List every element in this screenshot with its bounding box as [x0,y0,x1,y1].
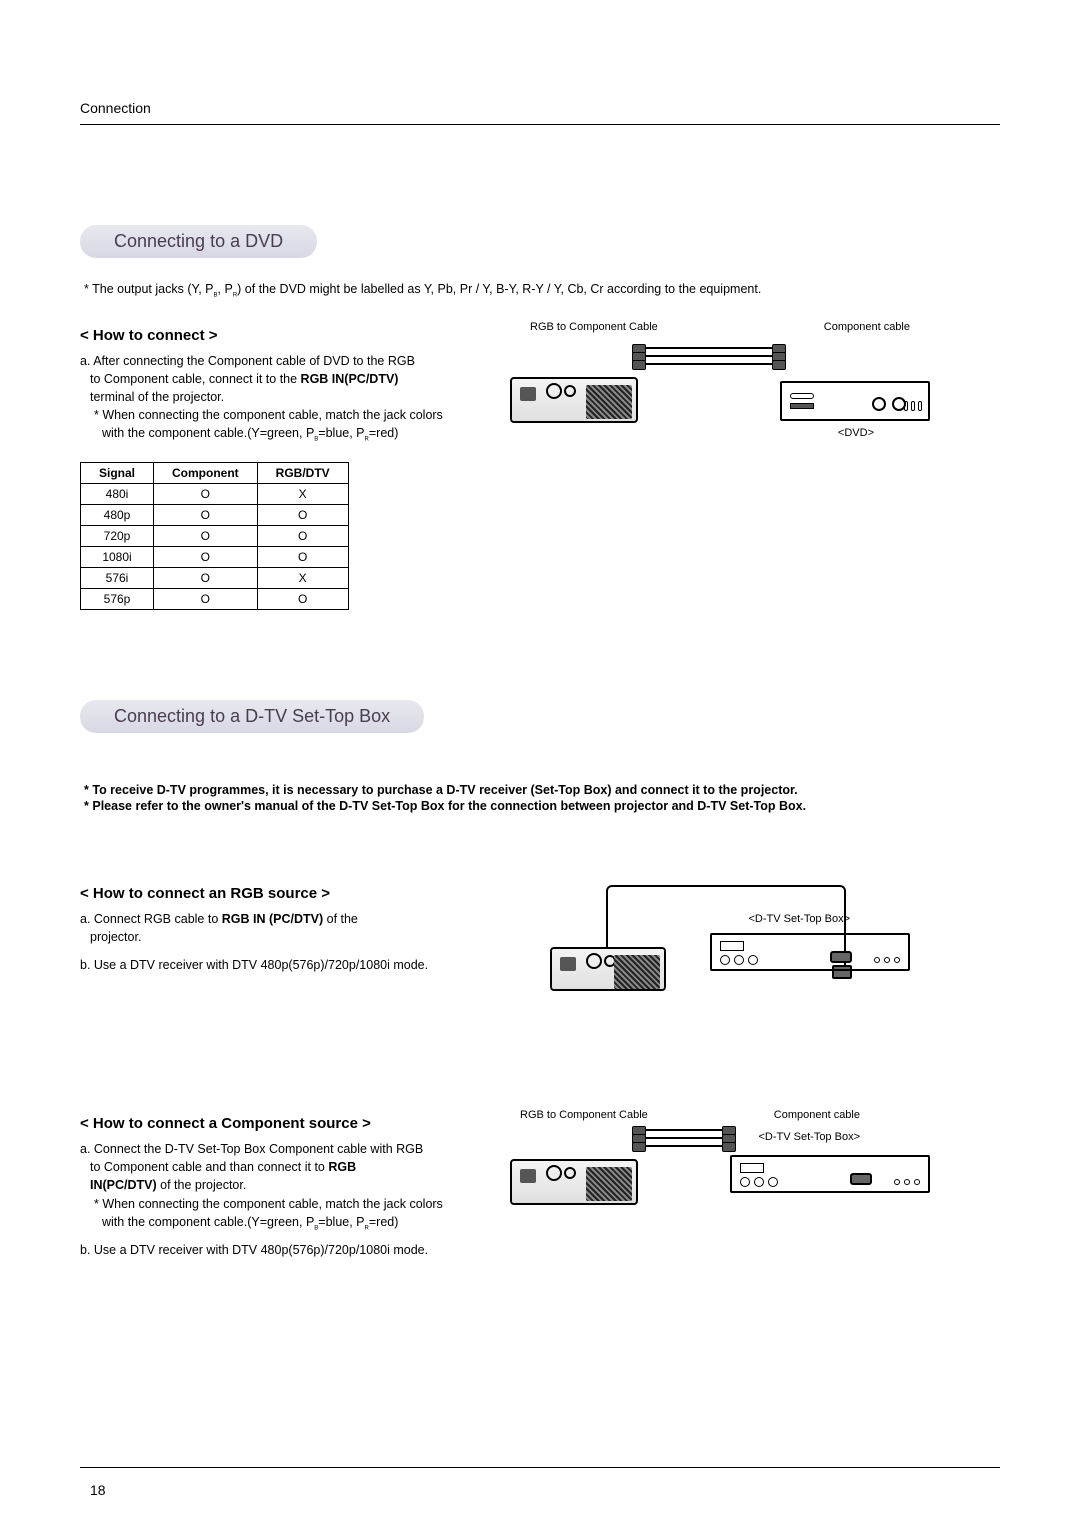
comp-step-b: b. Use a DTV receiver with DTV 480p(576p… [80,1241,490,1259]
cell: 576p [81,589,154,610]
cable-lines-icon [638,1129,730,1163]
th-signal: Signal [81,463,154,484]
star-icon: * [84,783,89,797]
comp-a3-post: of the projector. [157,1178,247,1192]
step-a-line2-pre: to Component cable, connect it to the [90,372,301,386]
projector-icon [550,947,666,991]
compatibility-table: Signal Component RGB/DTV 480iOX 480pOO 7… [80,462,349,610]
star-icon: * [84,799,89,813]
rgb-cable-label: RGB to Component Cable [520,1109,648,1121]
step-a-note2: with the component cable.(Y=green, PB=bl… [102,424,490,444]
c2a: with the component cable.(Y=green, P [102,1215,314,1229]
cell: O [154,484,258,505]
th-component: Component [154,463,258,484]
rgb-a1-pre: a. Connect RGB cable to [80,912,222,926]
component-source-heading: < How to connect a Component source > [80,1115,490,1132]
component-connection-diagram: RGB to Component Cable Component cable <… [510,1115,930,1225]
rgb-source-heading: < How to connect an RGB source > [80,885,490,902]
table-row: 576pOO [81,589,349,610]
settop-box-icon [710,933,910,971]
component-cable-label: Component cable [774,1109,860,1121]
cell: 480p [81,505,154,526]
how-to-connect-heading: < How to connect > [80,327,490,344]
rgb-a1-post: of the [323,912,358,926]
star-icon: * [84,282,89,296]
rgb-connection-diagram: <D-TV Set-Top Box> [550,885,910,1015]
cell: O [154,568,258,589]
step-a-line2: to Component cable, connect it to the RG… [90,370,490,388]
cell: 720p [81,526,154,547]
note2c: =blue, P [318,426,364,440]
projector-icon [510,377,638,423]
rgb-cable-label: RGB to Component Cable [530,321,658,333]
cell: O [257,526,348,547]
rgb-step-a-line1: a. Connect RGB cable to RGB IN (PC/DTV) … [80,910,490,928]
comp-star2: with the component cable.(Y=green, PB=bl… [102,1213,490,1233]
table-row: 480pOO [81,505,349,526]
rgb-a1-bold: RGB IN (PC/DTV) [222,912,323,926]
cell: O [154,505,258,526]
table-header-row: Signal Component RGB/DTV [81,463,349,484]
c2e: =red) [369,1215,399,1229]
section-title-dvd: Connecting to a DVD [80,225,317,258]
footer-divider [80,1467,1000,1468]
comp-a2-bold: RGB [328,1160,356,1174]
cell: 1080i [81,547,154,568]
rgb-step-a: a. Connect RGB cable to RGB IN (PC/DTV) … [80,910,490,946]
step-a: a. After connecting the Component cable … [80,352,490,445]
component-cable-label: Component cable [824,321,910,333]
cell: X [257,568,348,589]
section-title-settop: Connecting to a D-TV Set-Top Box [80,700,424,733]
dvd-output-note: * The output jacks (Y, PB, PR) of the DV… [84,282,1000,299]
header-section: Connection [80,100,1000,116]
comp-a-line1: a. Connect the D-TV Set-Top Box Componen… [80,1140,490,1158]
c2c: =blue, P [318,1215,364,1229]
projector-icon [510,1159,638,1205]
cell: O [154,589,258,610]
cell: O [154,526,258,547]
rgb-step-b: b. Use a DTV receiver with DTV 480p(576p… [80,956,490,974]
settop-label: <D-TV Set-Top Box> [759,1131,861,1143]
note-text: To receive D-TV programmes, it is necess… [92,783,797,797]
comp-a2-pre: to Component cable and than connect it t… [90,1160,328,1174]
header-divider [80,124,1000,125]
step-a-note1: * When connecting the component cable, m… [94,406,490,424]
cable-lines-icon [638,347,780,381]
cell: O [257,505,348,526]
cell: 576i [81,568,154,589]
settop-label: <D-TV Set-Top Box> [749,913,851,925]
table-row: 1080iOO [81,547,349,568]
step-a-line2-bold: RGB IN(PC/DTV) [301,372,399,386]
cell: O [154,547,258,568]
comp-a-line3: IN(PC/DTV) of the projector. [90,1176,490,1194]
comp-step-a: a. Connect the D-TV Set-Top Box Componen… [80,1140,490,1233]
comp-star1: * When connecting the component cable, m… [94,1195,490,1213]
note2a: with the component cable.(Y=green, P [102,426,314,440]
cell: O [257,589,348,610]
step-a-line1: a. After connecting the Component cable … [80,352,490,370]
dvd-player-icon [780,381,930,421]
th-rgb: RGB/DTV [257,463,348,484]
dvd-connection-diagram: RGB to Component Cable Component cable <… [510,327,930,447]
comp-a-line2: to Component cable and than connect it t… [90,1158,490,1176]
dvd-label: <DVD> [838,427,874,439]
settop-box-icon [730,1155,930,1193]
step-a-line3: terminal of the projector. [90,388,490,406]
settop-note1: * To receive D-TV programmes, it is nece… [84,783,1000,797]
note-text: Please refer to the owner's manual of th… [92,799,806,813]
rgb-step-a-line2: projector. [90,928,490,946]
note-text: ) of the DVD might be labelled as Y, Pb,… [237,282,761,296]
table-row: 576iOX [81,568,349,589]
cell: X [257,484,348,505]
cell: O [257,547,348,568]
note-text: , P [218,282,233,296]
table-row: 480iOX [81,484,349,505]
note2e: =red) [369,426,399,440]
settop-note2: * Please refer to the owner's manual of … [84,799,1000,813]
cell: 480i [81,484,154,505]
note-text: The output jacks (Y, P [92,282,213,296]
comp-a3-bold: IN(PC/DTV) [90,1178,157,1192]
table-row: 720pOO [81,526,349,547]
page-number: 18 [90,1482,106,1498]
